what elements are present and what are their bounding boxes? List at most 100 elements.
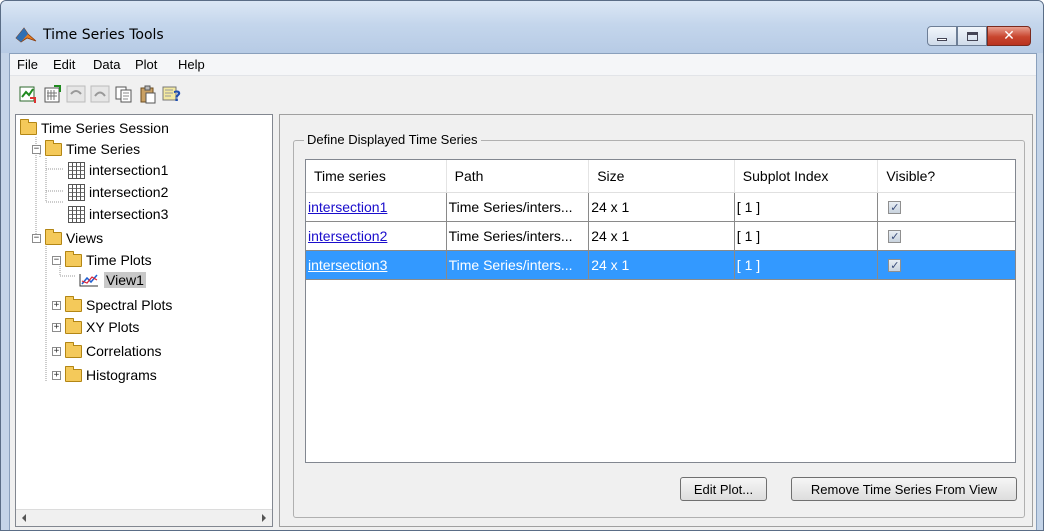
path-cell: Time Series/inters... [447, 222, 590, 250]
scroll-right-icon[interactable] [262, 514, 266, 522]
displayed-series-group: Define Displayed Time Series Time series… [293, 132, 1025, 518]
session-tree[interactable]: Time Series Session − Time Series inters… [15, 114, 273, 527]
tree-label: intersection1 [89, 162, 169, 178]
close-button[interactable]: ✕ [987, 26, 1031, 46]
series-table: Time series Path Size Subplot Index Visi… [305, 159, 1016, 463]
collapse-icon[interactable]: − [32, 233, 41, 243]
tree-label: Time Series [66, 141, 141, 157]
tree-node-view1[interactable]: View1 [78, 270, 146, 290]
plot-icon [79, 274, 98, 287]
visible-checkbox[interactable]: ✓ [888, 200, 902, 214]
redo-icon[interactable] [90, 84, 110, 104]
undo-icon[interactable] [66, 84, 86, 104]
size-cell: 24 x 1 [589, 251, 735, 279]
tree-label: View1 [104, 272, 146, 288]
minimize-button[interactable] [927, 26, 957, 46]
menu-plot[interactable]: Plot [135, 57, 157, 72]
maximize-button[interactable] [957, 26, 987, 46]
series-name-link[interactable]: intersection3 [306, 251, 447, 279]
visible-cell: ✓ [878, 251, 1015, 279]
tree-node-series-2[interactable]: intersection2 [68, 182, 168, 202]
visible-checkbox[interactable]: ✓ [888, 229, 902, 243]
tree-label: Spectral Plots [86, 297, 173, 313]
tree-label: Histograms [86, 367, 157, 383]
tree-node-series-1[interactable]: intersection1 [68, 160, 168, 180]
visible-cell: ✓ [878, 193, 1015, 221]
expand-icon[interactable]: + [52, 322, 61, 332]
menu-help[interactable]: Help [178, 57, 205, 72]
collapse-icon[interactable]: − [32, 144, 41, 154]
size-cell: 24 x 1 [589, 222, 735, 250]
folder-icon [65, 365, 82, 382]
expand-icon[interactable]: + [52, 300, 61, 310]
tree-node-correlations[interactable]: + Correlations [52, 341, 161, 361]
collapse-icon[interactable]: − [52, 255, 61, 265]
main-window: Time Series Tools ✕ File Edit Data Plot … [0, 0, 1044, 531]
expand-icon[interactable]: + [52, 346, 61, 356]
series-name-link[interactable]: intersection1 [306, 193, 447, 221]
group-title: Define Displayed Time Series [304, 132, 481, 147]
tree-node-histograms[interactable]: + Histograms [52, 365, 157, 385]
table-row-selected[interactable]: intersection3 Time Series/inters... 24 x… [306, 251, 1015, 280]
tree-node-spectral-plots[interactable]: + Spectral Plots [52, 295, 172, 315]
tree-node-time-plots[interactable]: − Time Plots [52, 250, 152, 270]
tree-node-views[interactable]: − Views [32, 228, 103, 248]
menu-edit[interactable]: Edit [53, 57, 75, 72]
maximize-icon [966, 31, 978, 41]
folder-icon [65, 317, 82, 334]
matlab-logo-icon [15, 27, 37, 43]
tree-node-series-3[interactable]: intersection3 [68, 204, 168, 224]
minimize-icon [937, 38, 947, 41]
view-panel: Define Displayed Time Series Time series… [279, 114, 1033, 527]
table-row[interactable]: intersection2 Time Series/inters... 24 x… [306, 222, 1015, 251]
tree-label: XY Plots [86, 319, 140, 335]
window-controls: ✕ [927, 26, 1031, 46]
column-header-visible[interactable]: Visible? [878, 160, 1015, 192]
path-cell: Time Series/inters... [447, 251, 590, 279]
column-header-time-series[interactable]: Time series [306, 160, 447, 192]
edit-plot-button[interactable]: Edit Plot... [680, 477, 767, 501]
size-cell: 24 x 1 [589, 193, 735, 221]
folder-icon [65, 295, 82, 312]
series-name-link[interactable]: intersection2 [306, 222, 447, 250]
subplot-index-cell[interactable]: [ 1 ] [735, 222, 879, 250]
tree-label: intersection3 [89, 206, 169, 222]
subplot-index-cell[interactable]: [ 1 ] [735, 193, 879, 221]
timeseries-icon [68, 161, 85, 179]
svg-text:?: ? [173, 89, 181, 104]
table-row[interactable]: intersection1 Time Series/inters... 24 x… [306, 193, 1015, 222]
tree-root[interactable]: Time Series Session [20, 118, 169, 138]
toolbar: ? [10, 76, 1036, 110]
tree-node-time-series[interactable]: − Time Series [32, 139, 140, 159]
menu-file[interactable]: File [17, 57, 38, 72]
title-bar[interactable]: Time Series Tools ✕ [1, 1, 1043, 53]
horizontal-scrollbar[interactable] [16, 509, 272, 526]
tree-label: Views [66, 230, 104, 246]
subplot-index-cell[interactable]: [ 1 ] [735, 251, 879, 279]
menu-data[interactable]: Data [93, 57, 120, 72]
expand-icon[interactable]: + [52, 370, 61, 380]
timeseries-icon [68, 183, 85, 201]
scroll-left-icon[interactable] [22, 514, 26, 522]
tree-node-xy-plots[interactable]: + XY Plots [52, 317, 139, 337]
window-title: Time Series Tools [43, 27, 164, 43]
column-header-subplot-index[interactable]: Subplot Index [735, 160, 879, 192]
copy-icon[interactable] [114, 84, 134, 104]
table-header: Time series Path Size Subplot Index Visi… [306, 160, 1015, 193]
tree-label: Time Series Session [41, 120, 169, 136]
path-cell: Time Series/inters... [447, 193, 590, 221]
column-header-path[interactable]: Path [447, 160, 590, 192]
client-area: File Edit Data Plot Help ? Time Series S… [9, 53, 1037, 530]
import-data-icon[interactable] [18, 84, 38, 104]
tree-label: Correlations [86, 343, 162, 359]
folder-icon [45, 228, 62, 245]
column-header-size[interactable]: Size [589, 160, 735, 192]
tree-label: Time Plots [86, 252, 152, 268]
visible-checkbox[interactable]: ✓ [888, 258, 902, 272]
help-icon[interactable]: ? [162, 84, 182, 104]
new-series-icon[interactable] [42, 84, 62, 104]
menu-bar: File Edit Data Plot Help [10, 54, 1036, 76]
remove-series-button[interactable]: Remove Time Series From View [791, 477, 1017, 501]
tree-label: intersection2 [89, 184, 169, 200]
paste-icon[interactable] [138, 84, 158, 104]
